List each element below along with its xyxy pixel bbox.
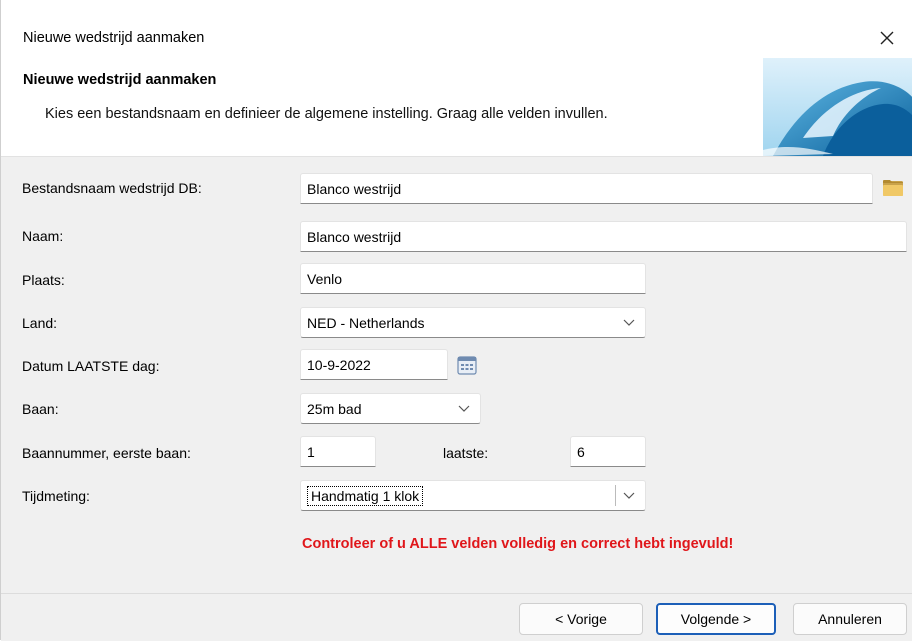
wizard-header: Nieuwe wedstrijd aanmaken Kies een besta…: [1, 58, 912, 157]
date-label: Datum LAATSTE dag:: [22, 358, 160, 374]
close-button[interactable]: [875, 26, 899, 50]
place-field[interactable]: Venlo: [300, 263, 646, 294]
last-lane-value: 6: [577, 443, 585, 460]
cancel-button[interactable]: Annuleren: [793, 603, 907, 635]
window-title: Nieuwe wedstrijd aanmaken: [23, 30, 205, 46]
close-icon: [880, 31, 894, 45]
title-bar: Nieuwe wedstrijd aanmaken: [1, 0, 912, 50]
filename-field[interactable]: Blanco westrijd: [300, 173, 873, 204]
filename-label: Bestandsnaam wedstrijd DB:: [22, 180, 202, 196]
browse-folder-button[interactable]: [879, 174, 907, 202]
previous-button[interactable]: < Vorige: [519, 603, 643, 635]
last-lane-label: laatste:: [443, 445, 489, 461]
date-field[interactable]: 10-9-2022: [300, 349, 448, 380]
filename-value: Blanco westrijd: [307, 180, 402, 197]
pool-select[interactable]: 25m bad: [300, 393, 481, 424]
new-competition-dialog: Nieuwe wedstrijd aanmaken Nieuwe wedstri…: [0, 0, 912, 641]
name-label: Naam:: [22, 228, 64, 244]
next-button[interactable]: Volgende >: [656, 603, 776, 635]
timing-value: Handmatig 1 klok: [307, 485, 424, 506]
timing-select[interactable]: Handmatig 1 klok: [300, 480, 646, 511]
calendar-button[interactable]: [453, 351, 481, 379]
pool-label: Baan:: [22, 401, 59, 417]
first-lane-field[interactable]: 1: [300, 436, 376, 467]
first-lane-value: 1: [307, 443, 315, 460]
timing-label: Tijdmeting:: [22, 488, 90, 504]
chevron-down-icon: [623, 492, 635, 499]
chevron-down-icon: [623, 319, 635, 326]
country-label: Land:: [22, 315, 58, 331]
country-value: NED - Netherlands: [307, 314, 425, 331]
lanes-label: Baannummer, eerste baan:: [22, 445, 191, 461]
calendar-icon: [457, 356, 477, 375]
dropdown-divider: [615, 485, 616, 506]
place-label: Plaats:: [22, 272, 65, 288]
country-select[interactable]: NED - Netherlands: [300, 307, 646, 338]
name-value: Blanco westrijd: [307, 228, 402, 245]
header-description: Kies een bestandsnaam en definieer de al…: [45, 106, 608, 122]
folder-icon: [883, 180, 903, 196]
last-lane-field[interactable]: 6: [570, 436, 646, 467]
validation-warning: Controleer of u ALLE velden volledig en …: [302, 536, 734, 552]
header-title: Nieuwe wedstrijd aanmaken: [23, 72, 217, 88]
pool-value: 25m bad: [307, 400, 362, 417]
name-field[interactable]: Blanco westrijd: [300, 221, 907, 252]
date-value: 10-9-2022: [307, 356, 371, 373]
chevron-down-icon: [458, 405, 470, 412]
place-value: Venlo: [307, 270, 343, 287]
wave-image: [763, 58, 912, 156]
